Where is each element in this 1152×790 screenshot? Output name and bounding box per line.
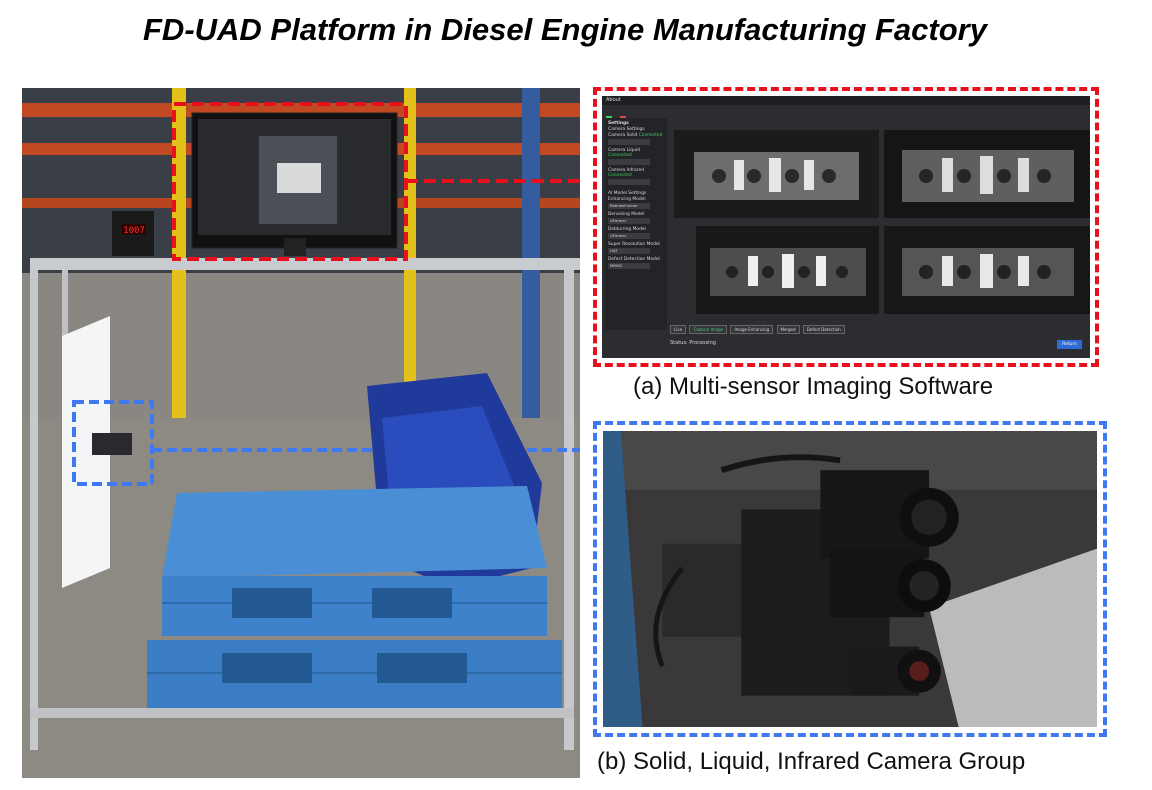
camera-infrared-label: Camera Infrared Connected: [608, 168, 644, 178]
camera-group-photo: [603, 431, 1097, 727]
camera-settings-header: Camera Settings: [608, 127, 645, 132]
image-tile-solid: [674, 130, 879, 218]
image-grid: [674, 130, 1090, 314]
status-label: Status:: [670, 340, 688, 346]
platform-photo: 1007: [22, 88, 580, 778]
camera-solid-field[interactable]: [608, 139, 650, 145]
status-value: Processing: [689, 340, 716, 346]
software-panel: About Settings Camera Settings Camera So…: [593, 87, 1099, 367]
camera-liquid-field[interactable]: [608, 159, 650, 165]
capture-image-button[interactable]: Capture Image: [689, 325, 728, 334]
caption-a: (a) Multi-sensor Imaging Software: [633, 373, 994, 400]
action-buttons: Live Capture Image Image Enhancing Merge…: [670, 325, 847, 334]
ai-settings-header: AI Model Settings: [608, 191, 647, 196]
denoising-model-label: Denoising Model: [608, 212, 645, 217]
software-window: About Settings Camera Settings Camera So…: [602, 96, 1090, 358]
camera-panel: [593, 421, 1107, 737]
status-line: Status: Processing: [670, 340, 716, 346]
super-resolution-model-select[interactable]: HAT: [608, 248, 650, 254]
device-readout: 1007: [123, 226, 145, 236]
defect-detection-model-label: Defect Detection Model: [608, 257, 660, 262]
camera-liquid-label: Camera Liquid Connected: [608, 148, 640, 158]
image-enhancing-button[interactable]: Image Enhancing: [730, 325, 774, 334]
settings-sidebar: Settings Camera Settings Camera Solid Co…: [605, 118, 667, 330]
camera-infrared-field[interactable]: [608, 179, 650, 185]
live-button[interactable]: Live: [670, 325, 687, 334]
defect-detection-model-select[interactable]: MMMC: [608, 263, 650, 269]
caption-b: (b) Solid, Liquid, Infrared Camera Group: [597, 748, 1026, 775]
settings-header: Settings: [608, 121, 629, 126]
merged-button[interactable]: Merged: [776, 325, 800, 334]
super-resolution-model-label: Super Resolution Model: [608, 242, 660, 247]
return-button[interactable]: Return: [1057, 340, 1082, 349]
camera-solid-label: Camera Solid Connected: [608, 133, 663, 138]
deblurring-model-label: Deblurring Model: [608, 227, 646, 232]
figure-title: FD-UAD Platform in Diesel Engine Manufac…: [143, 12, 987, 47]
image-tile-liquid: [884, 130, 1090, 218]
enhancing-model-select[interactable]: RetinexFormer: [608, 203, 650, 209]
defect-detection-button[interactable]: Defect Detection: [802, 325, 845, 334]
deblurring-model-select[interactable]: UFormer: [608, 233, 650, 239]
denoising-model-select[interactable]: UFormer: [608, 218, 650, 224]
software-title-bar: About: [602, 96, 1090, 105]
enhancing-model-label: Enhancing Model: [608, 197, 646, 202]
image-tile-merged: [884, 226, 1090, 314]
image-tile-infrared: [696, 226, 879, 314]
